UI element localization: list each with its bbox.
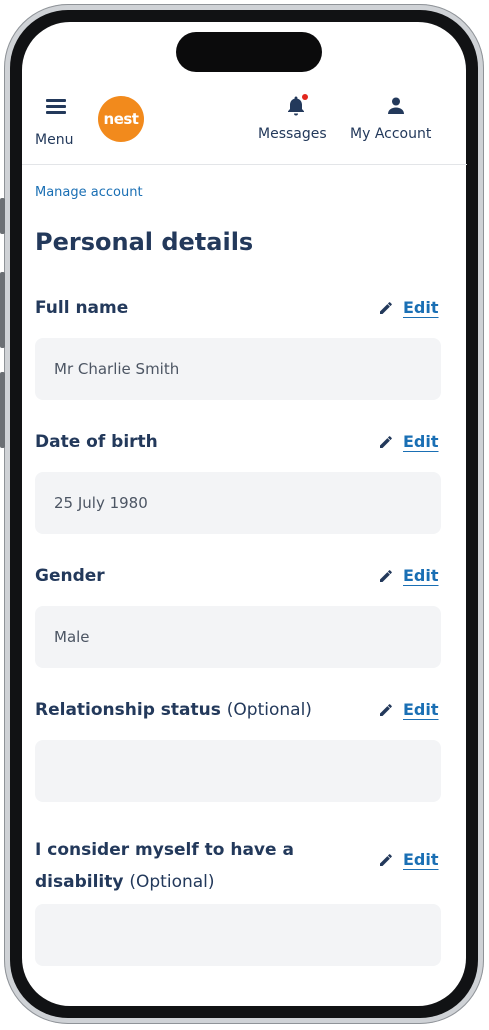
optional-tag: (Optional): [129, 872, 215, 892]
unread-badge: [302, 94, 308, 100]
my-account-button[interactable]: My Account: [350, 90, 442, 150]
disability-label: I consider myself to have a disability (…: [35, 840, 294, 892]
edit-label: Edit: [403, 298, 439, 317]
full-name-label: Full name: [35, 298, 129, 318]
pencil-icon: [380, 703, 392, 716]
app-header: Menu nest Messages My Account: [22, 90, 467, 165]
phone-side-button: [0, 198, 5, 234]
gender-label: Gender: [35, 566, 105, 586]
edit-label: Edit: [403, 700, 439, 719]
pencil-icon: [380, 301, 392, 314]
relationship-status-label: Relationship status (Optional): [35, 700, 312, 720]
optional-tag: (Optional): [226, 700, 312, 720]
edit-date-of-birth-button[interactable]: Edit: [378, 432, 439, 451]
gender-value: Male: [35, 606, 441, 668]
edit-full-name-button[interactable]: Edit: [378, 298, 439, 317]
edit-label: Edit: [403, 850, 439, 869]
nest-logo[interactable]: nest: [98, 96, 144, 142]
menu-button[interactable]: Menu: [35, 96, 85, 148]
my-account-label: My Account: [350, 126, 432, 142]
pencil-icon: [380, 435, 392, 448]
page-title: Personal details: [35, 228, 254, 256]
date-of-birth-value: 25 July 1980: [35, 472, 441, 534]
dynamic-island: [176, 32, 322, 72]
phone-volume-up-button: [0, 272, 5, 348]
menu-label: Menu: [35, 132, 74, 148]
edit-gender-button[interactable]: Edit: [378, 566, 439, 585]
pencil-icon: [380, 569, 392, 582]
disability-value: [35, 904, 441, 966]
full-name-value: Mr Charlie Smith: [35, 338, 441, 400]
hamburger-icon: [46, 99, 66, 114]
phone-volume-down-button: [0, 372, 5, 448]
edit-label: Edit: [403, 432, 439, 451]
bell-icon: [284, 94, 308, 118]
edit-label: Edit: [403, 566, 439, 585]
relationship-status-value: [35, 740, 441, 802]
breadcrumb-manage-account[interactable]: Manage account: [35, 185, 143, 200]
user-icon: [384, 94, 408, 118]
messages-button[interactable]: Messages: [258, 90, 338, 150]
pencil-icon: [380, 853, 392, 866]
edit-disability-button[interactable]: Edit: [378, 850, 439, 869]
date-of-birth-label: Date of birth: [35, 432, 158, 452]
edit-relationship-status-button[interactable]: Edit: [378, 700, 439, 719]
messages-label: Messages: [258, 126, 327, 142]
